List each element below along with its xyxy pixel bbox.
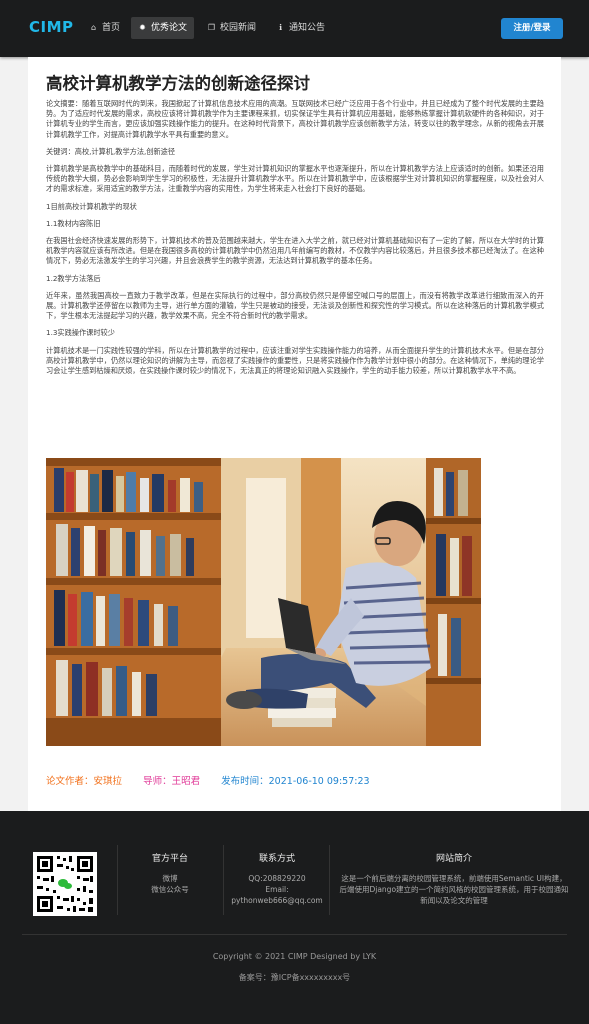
author-label: 论文作者： xyxy=(46,776,94,787)
footer-platform-column: 官方平台 微博 微信公众号 xyxy=(130,851,210,895)
author-name[interactable]: 安琪拉 xyxy=(94,776,123,787)
register-login-button[interactable]: 注册/登录 xyxy=(501,18,563,39)
footer-divider xyxy=(223,845,224,915)
nav-item-label: 校园新闻 xyxy=(220,23,257,33)
publish-time: 2021-06-10 09:57:23 xyxy=(268,776,370,787)
nav-item-label: 优秀论文 xyxy=(151,23,188,33)
content-paragraph: 计算机技术是一门实践性较强的学科，所以在计算机教学的过程中，应该注重对学生实践操… xyxy=(46,345,544,376)
nav-item-notices[interactable]: ℹ 通知公告 xyxy=(269,17,332,39)
footer-divider xyxy=(329,845,330,915)
site-footer: 官方平台 微博 微信公众号 联系方式 QQ:208829220 Email: p… xyxy=(0,811,589,1024)
nav-item-home[interactable]: ⌂ 首页 xyxy=(82,17,127,39)
abstract-paragraph: 论文摘要：随着互联网时代的到来，我国掀起了计算机信息技术应用的高潮。互联网技术已… xyxy=(46,99,544,139)
article-card: 高校计算机教学方法的创新途径探讨 论文摘要：随着互联网时代的到来，我国掀起了计算… xyxy=(28,57,561,811)
contact-email[interactable]: pythonweb666@qq.com xyxy=(228,895,326,906)
subsection-heading: 1.1教材内容陈旧 xyxy=(46,218,101,228)
home-icon: ⌂ xyxy=(90,23,97,32)
nav-item-papers[interactable]: ✹ 优秀论文 xyxy=(131,17,195,39)
lightbulb-icon: ✹ xyxy=(139,23,146,32)
about-text: 这是一个前后端分离的校园管理系统，前端使用Semantic UI构建，后端使用D… xyxy=(339,874,569,905)
nav-item-news[interactable]: ❐ 校园新闻 xyxy=(200,17,263,39)
about-title: 网站简介 xyxy=(435,854,472,864)
nav-item-label: 通知公告 xyxy=(289,23,326,33)
footer-separator xyxy=(22,934,567,935)
top-navbar: CIMP ⌂ 首页 ✹ 优秀论文 ❐ 校园新闻 ℹ 通知公告 注册/登录 xyxy=(0,0,589,57)
subsection-heading: 1.2教学方法落后 xyxy=(46,273,101,283)
intro-paragraph: 计算机教学是高校教学中的基础科目，而随着时代的发展，学生对计算机知识的掌握水平也… xyxy=(46,164,544,194)
qr-code-image xyxy=(33,852,97,916)
content-paragraph: 近年来，虽然我国高校一直致力于教学改革，但是在实际执行的过程中，部分高校仍然只是… xyxy=(46,290,544,321)
footer-divider xyxy=(117,845,118,915)
content-paragraph: 在我国社会经济快速发展的形势下，计算机技术的普及范围越来越大，学生在进入大学之前… xyxy=(46,236,544,266)
article-body: 论文摘要：随着互联网时代的到来，我国掀起了计算机信息技术应用的高潮。互联网技术已… xyxy=(46,99,544,383)
contact-qq: QQ:208829220 xyxy=(248,874,306,883)
article-photo xyxy=(46,458,481,746)
icp-record[interactable]: 备案号：豫ICP备xxxxxxxxx号 xyxy=(0,972,589,983)
footer-about-column: 网站简介 这是一个前后端分离的校园管理系统，前端使用Semantic UI构建，… xyxy=(338,851,570,906)
brand-logo[interactable]: CIMP xyxy=(29,18,74,36)
info-icon: ℹ xyxy=(278,23,283,32)
advisor-label: 导师： xyxy=(143,776,172,787)
contact-email-label: Email: xyxy=(265,885,289,894)
section-heading: 1目前高校计算机教学的现状 xyxy=(46,201,137,211)
copy-icon: ❐ xyxy=(207,23,216,32)
advisor-name[interactable]: 王昭君 xyxy=(172,776,201,787)
article-title: 高校计算机教学方法的创新途径探讨 xyxy=(46,74,310,93)
copyright-text: Copyright © 2021 CIMP Designed by LYK xyxy=(212,952,377,961)
subsection-heading: 1.3实践操作课时较少 xyxy=(46,328,115,338)
footer-contact-column: 联系方式 QQ:208829220 Email: pythonweb666@qq… xyxy=(228,851,326,906)
keywords-paragraph: 关键词：高校,计算机,教学方法,创新途径 xyxy=(46,146,176,156)
article-meta: 论文作者：安琪拉 导师：王昭君 发布时间：2021-06-10 09:57:23 xyxy=(46,773,374,787)
platform-link-wechat[interactable]: 微信公众号 xyxy=(130,884,210,895)
platform-title: 官方平台 xyxy=(151,854,188,864)
publish-time-label: 发布时间： xyxy=(221,776,269,787)
platform-link-weibo[interactable]: 微博 xyxy=(130,873,210,884)
contact-title: 联系方式 xyxy=(258,854,295,864)
nav-item-label: 首页 xyxy=(102,23,121,33)
